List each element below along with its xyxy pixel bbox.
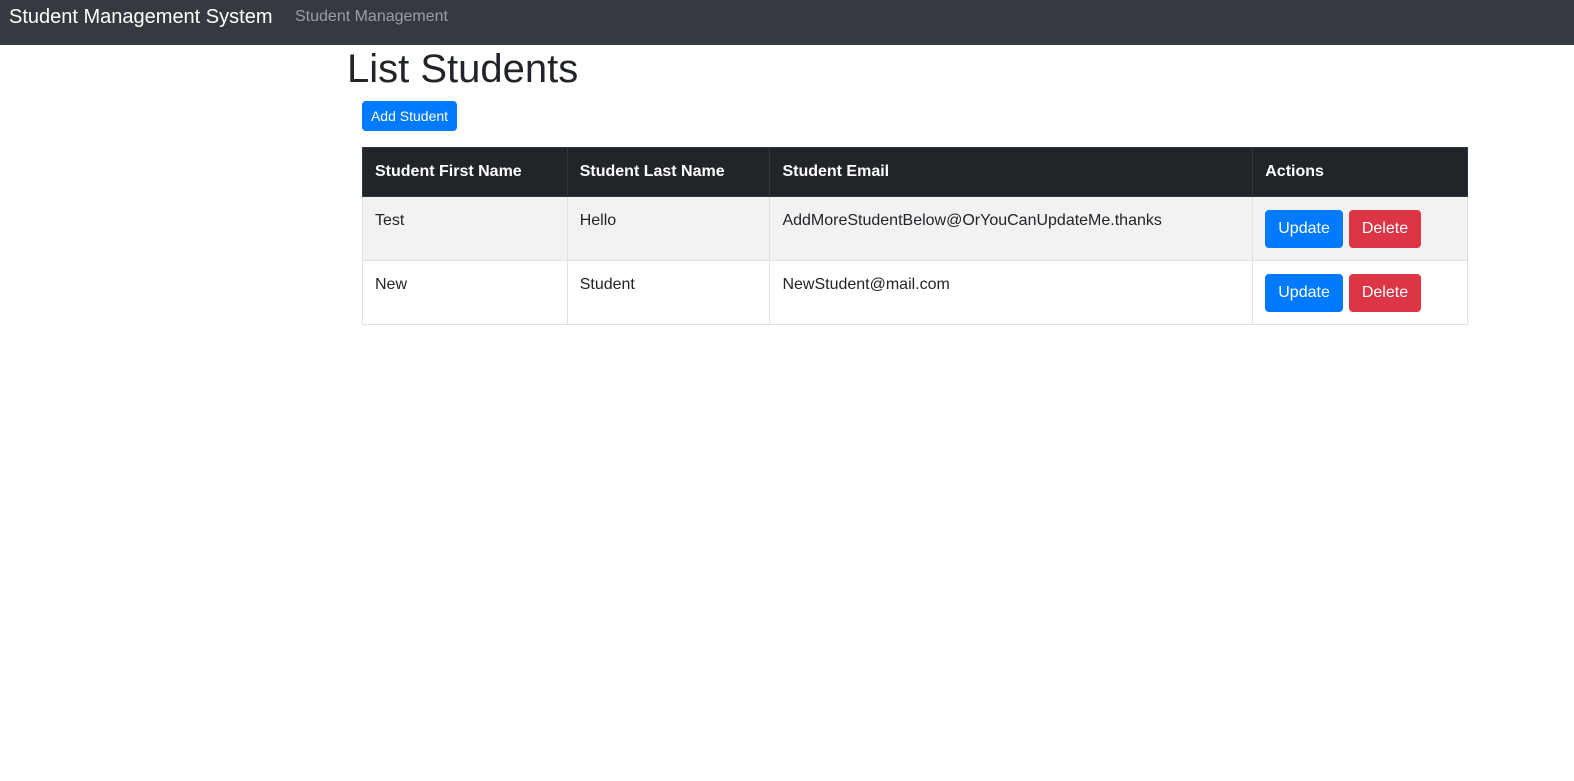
students-table: Student First Name Student Last Name Stu…	[362, 147, 1468, 325]
navbar-brand[interactable]: Student Management System	[9, 5, 272, 29]
header-first-name: Student First Name	[362, 147, 568, 197]
table-row: New Student NewStudent@mail.com Update De…	[362, 260, 1468, 325]
delete-button[interactable]: Delete	[1348, 274, 1422, 312]
top-navbar: Student Management System Student Manage…	[0, 0, 1574, 45]
delete-button[interactable]: Delete	[1348, 210, 1422, 248]
cell-first-name: New	[362, 260, 568, 325]
table-row: Test Hello AddMoreStudentBelow@OrYouCanU…	[362, 196, 1468, 261]
header-email: Student Email	[769, 147, 1254, 197]
nav-link-student-management[interactable]: Student Management	[295, 7, 448, 26]
update-button[interactable]: Update	[1265, 210, 1343, 248]
cell-actions: Update Delete	[1252, 260, 1468, 325]
table-header-row: Student First Name Student Last Name Stu…	[362, 147, 1468, 197]
cell-actions: Update Delete	[1252, 196, 1468, 261]
update-button[interactable]: Update	[1265, 274, 1343, 312]
cell-last-name: Hello	[566, 196, 771, 261]
header-actions: Actions	[1252, 147, 1468, 197]
cell-first-name: Test	[362, 196, 568, 261]
cell-email: NewStudent@mail.com	[769, 260, 1254, 325]
page-title: List Students	[347, 47, 579, 91]
cell-last-name: Student	[566, 260, 771, 325]
header-last-name: Student Last Name	[566, 147, 771, 197]
cell-email: AddMoreStudentBelow@OrYouCanUpdateMe.tha…	[769, 196, 1254, 261]
add-student-button[interactable]: Add Student	[362, 101, 457, 131]
